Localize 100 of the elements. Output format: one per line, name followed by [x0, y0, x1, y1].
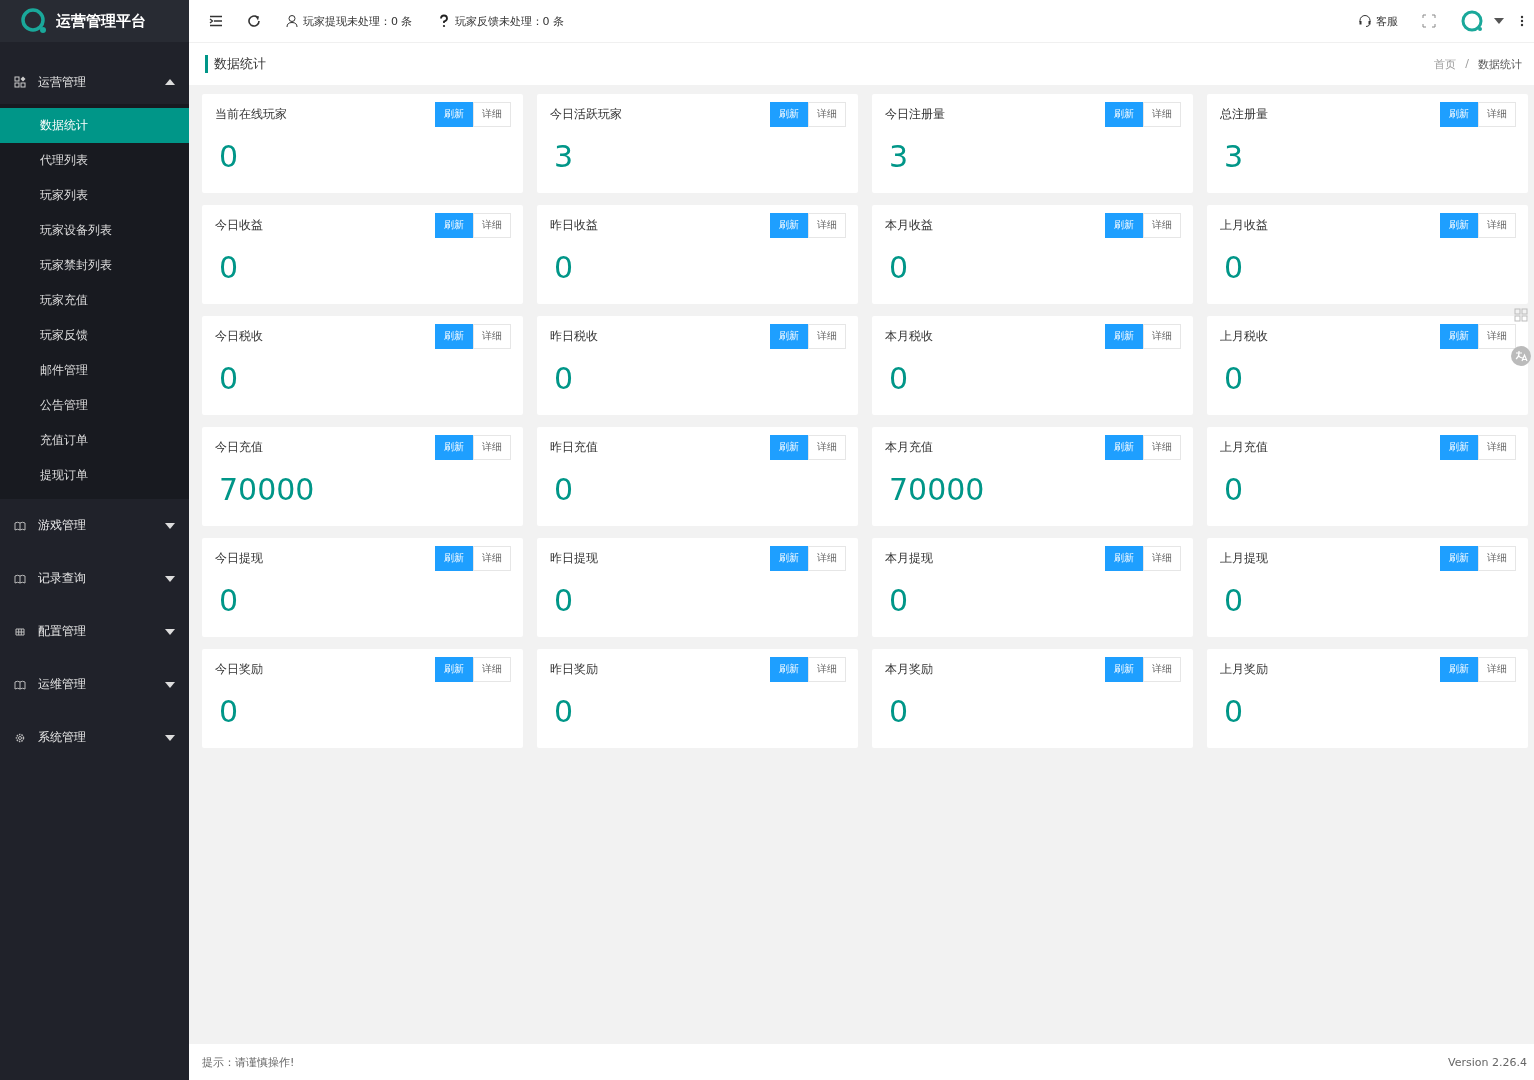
card-title: 今日充值 — [215, 438, 264, 456]
detail-button[interactable]: 详细 — [808, 545, 846, 571]
caret-icon — [165, 628, 175, 635]
notice-text[interactable]: 玩家提现未处理：0 条 — [303, 13, 413, 29]
menu-item[interactable]: 玩家列表 — [0, 178, 189, 213]
stat-value: 0 — [553, 583, 574, 618]
detail-button[interactable]: 详细 — [1478, 656, 1516, 682]
stat-value: 3 — [1223, 139, 1244, 174]
stat-value: 0 — [888, 583, 909, 618]
breadcrumb-link[interactable]: 数据统计 — [1478, 56, 1522, 72]
detail-button[interactable]: 详细 — [1143, 434, 1181, 460]
stat-value: 0 — [1223, 583, 1244, 618]
detail-button[interactable]: 详细 — [808, 101, 846, 127]
stat-value: 0 — [553, 472, 574, 507]
detail-button[interactable]: 详细 — [1143, 212, 1181, 238]
detail-button[interactable]: 详细 — [808, 656, 846, 682]
detail-button[interactable]: 详细 — [1478, 545, 1516, 571]
card-title: 上月充值 — [1220, 438, 1269, 456]
detail-button[interactable]: 详细 — [473, 212, 511, 238]
detail-button[interactable]: 详细 — [1143, 545, 1181, 571]
detail-button[interactable]: 详细 — [473, 656, 511, 682]
detail-button[interactable]: 详细 — [473, 545, 511, 571]
stat-value: 0 — [218, 250, 239, 285]
page-title: 数据统计 — [205, 55, 266, 73]
user-icon — [285, 14, 299, 28]
detail-button[interactable]: 详细 — [808, 434, 846, 460]
detail-button[interactable]: 详细 — [1478, 323, 1516, 349]
notice-text[interactable]: 玩家反馈未处理：0 条 — [454, 13, 564, 29]
card-title: 昨日充值 — [550, 438, 599, 456]
menu-item[interactable]: 充值订单 — [0, 423, 189, 458]
grid-icon — [14, 76, 26, 88]
menu-group[interactable]: 系统管理 — [0, 711, 189, 764]
footer-tip: 提示：请谨慎操作! — [202, 1054, 295, 1070]
card-title: 本月提现 — [885, 549, 934, 567]
menu-group[interactable]: 游戏管理 — [0, 499, 189, 552]
stat-value: 70000 — [218, 472, 315, 507]
service-link[interactable]: 客服 — [1376, 13, 1398, 29]
more-icon[interactable] — [1520, 15, 1524, 27]
card-title: 今日活跃玩家 — [550, 105, 623, 123]
detail-button[interactable]: 详细 — [808, 212, 846, 238]
menu-item[interactable]: 玩家充值 — [0, 283, 189, 318]
stat-value: 3 — [888, 139, 909, 174]
menu-item[interactable]: 玩家设备列表 — [0, 213, 189, 248]
menu-group[interactable]: 运维管理 — [0, 658, 189, 711]
card-title: 本月税收 — [885, 327, 934, 345]
card-title: 本月充值 — [885, 438, 934, 456]
book-icon — [14, 678, 26, 691]
stat-value: 0 — [1223, 694, 1244, 729]
detail-button[interactable]: 详细 — [1478, 101, 1516, 127]
menu-item[interactable]: 数据统计 — [0, 108, 189, 143]
menu-group[interactable]: 配置管理 — [0, 605, 189, 658]
stat-value: 0 — [1223, 472, 1244, 507]
detail-button[interactable]: 详细 — [808, 323, 846, 349]
caret-icon — [165, 681, 175, 688]
card-title: 上月提现 — [1220, 549, 1269, 567]
card-title: 上月收益 — [1220, 216, 1269, 234]
menu-item[interactable]: 公告管理 — [0, 388, 189, 423]
refresh-icon[interactable] — [247, 14, 261, 28]
stat-value: 0 — [888, 250, 909, 285]
caret-icon — [165, 734, 175, 741]
card-title: 总注册量 — [1220, 105, 1269, 123]
headset-icon — [1358, 14, 1372, 28]
avatar-icon[interactable] — [1460, 9, 1484, 33]
stat-value: 0 — [888, 361, 909, 396]
detail-button[interactable]: 详细 — [473, 434, 511, 460]
stat-value: 0 — [218, 361, 239, 396]
stat-value: 0 — [218, 583, 239, 618]
book-icon — [14, 519, 26, 532]
stat-value: 3 — [553, 139, 574, 174]
detail-button[interactable]: 详细 — [1143, 101, 1181, 127]
menu-item[interactable]: 玩家反馈 — [0, 318, 189, 353]
detail-button[interactable]: 详细 — [1143, 323, 1181, 349]
menu-icon[interactable] — [209, 14, 223, 28]
caret-icon[interactable] — [1494, 18, 1504, 24]
detail-button[interactable]: 详细 — [473, 323, 511, 349]
menu-item[interactable]: 玩家禁封列表 — [0, 248, 189, 283]
card-title: 今日奖励 — [215, 660, 264, 678]
card-title: 今日税收 — [215, 327, 264, 345]
menu-group[interactable]: 运营管理 — [0, 60, 189, 104]
card-title: 本月收益 — [885, 216, 934, 234]
menu-item[interactable]: 邮件管理 — [0, 353, 189, 388]
stat-value: 70000 — [888, 472, 985, 507]
detail-button[interactable]: 详细 — [1478, 434, 1516, 460]
caret-icon — [165, 79, 175, 85]
menu-group[interactable]: 记录查询 — [0, 552, 189, 605]
stat-value: 0 — [1223, 361, 1244, 396]
stat-value: 0 — [1223, 250, 1244, 285]
detail-button[interactable]: 详细 — [1478, 212, 1516, 238]
card-title: 昨日提现 — [550, 549, 599, 567]
caret-icon — [165, 522, 175, 529]
breadcrumb-separator: / — [1465, 56, 1469, 72]
detail-button[interactable]: 详细 — [1143, 656, 1181, 682]
card-title: 上月税收 — [1220, 327, 1269, 345]
stat-value: 0 — [553, 250, 574, 285]
stat-value: 0 — [218, 694, 239, 729]
card-title: 本月奖励 — [885, 660, 934, 678]
menu-item[interactable]: 代理列表 — [0, 143, 189, 178]
detail-button[interactable]: 详细 — [473, 101, 511, 127]
menu-item[interactable]: 提现订单 — [0, 458, 189, 493]
stat-value: 0 — [553, 361, 574, 396]
